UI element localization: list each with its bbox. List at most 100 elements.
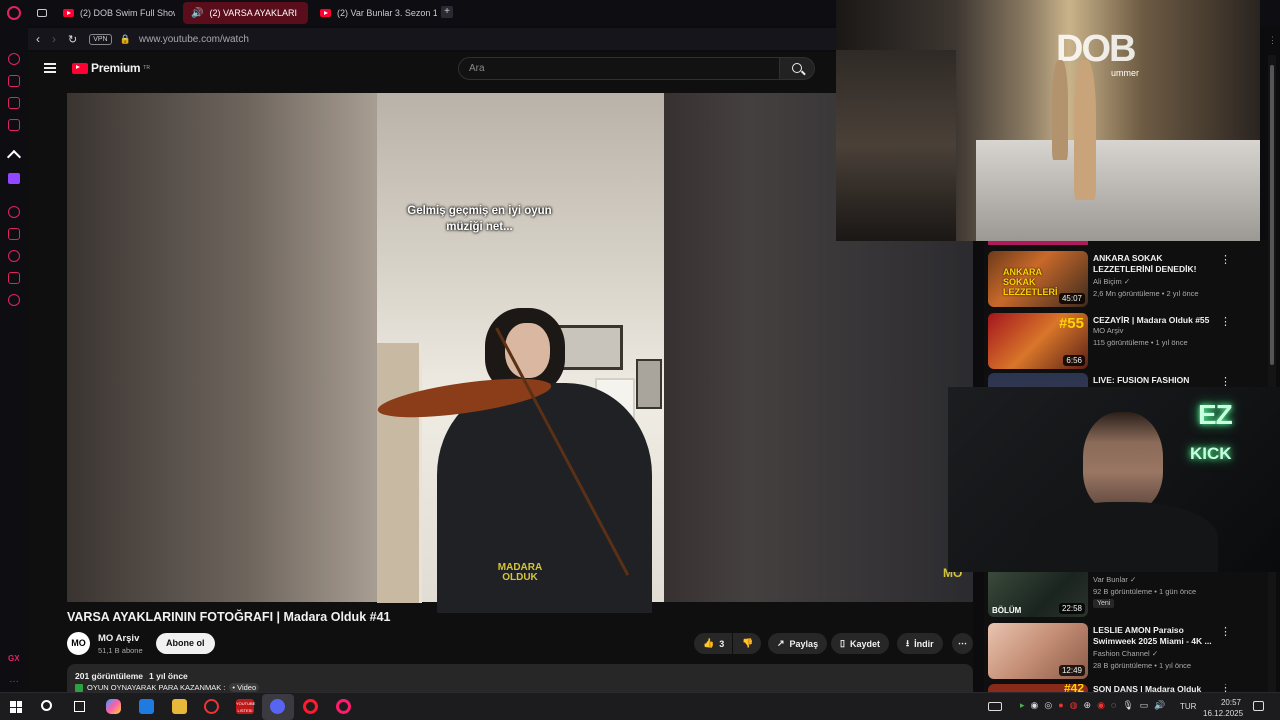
file-explorer-icon[interactable] [172,699,187,714]
rec-kebab-icon[interactable]: ⋮ [1220,315,1231,328]
forward-icon[interactable]: › [52,32,56,46]
logo-region: TR [143,65,150,71]
tab-menu-icon[interactable] [37,9,47,17]
youtube-favicon-icon [63,9,74,17]
rec-item[interactable]: LIVE: FUSION FASHION EVENTS ⋮ [988,373,1273,387]
language-indicator[interactable]: TUR [1180,702,1196,711]
windows-start-icon[interactable] [10,701,22,713]
opera-taskbar-icon[interactable] [303,699,318,714]
subscribe-button[interactable]: Abone ol [156,633,215,654]
thumbs-up-icon: 👍 [703,638,715,648]
instagram-icon[interactable] [8,119,20,131]
tab-dob-swim[interactable]: (2) DOB Swim Full Show [55,2,175,24]
runway [976,140,1260,241]
tab-varsa-ayaklari[interactable]: 🔊 (2) VARSA AYAKLARI [183,2,308,24]
vpn-badge[interactable]: VPN [89,33,112,45]
notification-icon[interactable] [1253,701,1264,711]
youtube-premium-logo[interactable]: Premium TR [72,61,150,75]
discord-icon[interactable] [270,699,285,714]
description-stats: 201 görüntüleme 1 yıl önce [75,671,188,681]
url-text[interactable]: www.youtube.com/watch [139,34,249,45]
opera-gx-taskbar-icon[interactable] [336,699,351,714]
download-button[interactable]: ⭳ İndir [897,633,943,654]
tray-network-app-icon[interactable]: ◍ [1070,700,1078,711]
lock-icon[interactable]: 🔒 [120,34,131,45]
tray-antivirus-icon[interactable]: ● [1058,700,1063,711]
tab-label: (2) Var Bunlar 3. Sezon 1. [337,8,437,18]
more-icon[interactable]: … [9,674,19,685]
mail-icon[interactable] [139,699,154,714]
reload-icon[interactable]: ↻ [68,33,77,46]
tray-record-icon[interactable]: ◉ [1097,700,1105,711]
player-icon[interactable] [8,206,20,218]
youtube-favicon-icon [320,9,331,17]
copilot-icon[interactable] [106,699,121,714]
share-button[interactable]: ↗ Paylaş [768,633,828,654]
description-video-link[interactable]: • Video [229,683,260,692]
bookmark-icon: ▯ [840,638,845,648]
rec-item[interactable]: BÖLÜM 22:58 Var Bunlar ✓ 92 B görüntülem… [988,572,1273,617]
tray-steam-icon[interactable]: ◎ [1044,700,1052,711]
rec-item[interactable]: 12:49 LESLIE AMON Paraiso Swimweek 2025 … [988,623,1273,679]
downloads-icon[interactable] [8,272,20,284]
messenger-icon[interactable] [8,97,20,109]
search-taskbar-icon[interactable] [41,700,52,711]
download-label: İndir [914,638,934,649]
video-frame[interactable]: MADARA OLDUK [375,93,664,613]
caption-line-2: müziği net... [446,221,513,233]
kick-app-icon[interactable] [6,149,22,165]
channel-name[interactable]: MO Arşiv [98,633,139,644]
bookmarks-icon[interactable] [8,228,20,240]
speed-dial-icon[interactable] [8,53,20,65]
rec-meta: 2,6 Mn görüntüleme • 2 yıl önce [1093,289,1199,298]
settings-icon[interactable] [8,294,20,306]
tray-sync-icon[interactable]: ⊕ [1084,700,1092,711]
address-bar: ‹ › ↻ VPN 🔒 www.youtube.com/watch [28,28,836,50]
page-scrollbar[interactable] [1268,55,1276,692]
rec-kebab-icon[interactable]: ⋮ [1220,253,1231,266]
tray-chevron-icon[interactable]: ▸ [1020,700,1025,711]
rec-kebab-icon[interactable]: ⋮ [1220,684,1231,692]
rec-item[interactable]: #55 6:56 CEZAYİR | Madara Olduk #55 MO A… [988,313,1273,369]
task-view-icon[interactable] [74,701,85,712]
subscribe-label: Abone ol [166,638,205,648]
new-tab-button[interactable]: + [441,6,453,18]
tray-obs-icon[interactable]: ◌ [1111,700,1116,711]
rec-meta: 92 B görüntüleme • 1 gün önce [1093,587,1197,596]
gx-icon[interactable]: GX [8,654,20,663]
twitch-icon[interactable] [8,173,20,184]
youtube-list-app-icon[interactable]: YOUTUBE LISTESI [236,699,255,714]
tray-discord-icon[interactable]: ◉ [1031,700,1039,711]
hamburger-menu-icon[interactable] [44,63,56,73]
more-icon: ⋯ [958,638,967,648]
search-input[interactable]: Ara [458,57,780,80]
tray-keyboard-icon[interactable] [988,702,1002,711]
tray-battery-icon[interactable]: ▭ [1140,700,1149,711]
opera-logo-icon[interactable] [7,6,21,20]
rec-item[interactable]: ANKARA SOKAK LEZZETLERİ 45:07 ANKARA SOK… [988,251,1273,307]
rec-kebab-icon[interactable]: ⋮ [1220,375,1231,387]
save-button[interactable]: ▯ Kaydet [831,633,889,654]
channel-avatar[interactable]: MO [67,632,90,655]
rec-item[interactable]: #42 SON DANS | Madara Olduk #42 ⋮ [988,684,1273,692]
back-icon[interactable]: ‹ [36,32,40,46]
tab-var-bunlar[interactable]: (2) Var Bunlar 3. Sezon 1. [312,2,437,24]
like-button[interactable]: 👍 3 [694,633,732,654]
screen-recorder-icon[interactable] [204,699,219,714]
history-icon[interactable] [8,250,20,262]
picture-in-picture-video[interactable]: DOB ummer [836,0,1260,241]
rec-channel: Fashion Channel ✓ [1093,649,1159,658]
rec-kebab-icon[interactable]: ⋮ [1220,625,1231,638]
more-actions-button[interactable]: ⋯ [952,633,973,654]
clock[interactable]: 20:57 16.12.2025 [1203,697,1243,719]
rec-title: LIVE: FUSION FASHION EVENTS [1093,375,1190,387]
search-button[interactable] [779,57,815,80]
dislike-button[interactable]: 👎 [733,633,761,654]
ai-assistant-icon[interactable] [8,75,20,87]
share-icon: ↗ [777,638,785,648]
pip-brand-sub: ummer [1111,68,1140,78]
speaker-icon[interactable]: 🔊 [191,8,203,19]
tab-label: (2) VARSA AYAKLARI [209,8,297,18]
tray-mic-icon[interactable]: 🎙 [1122,700,1133,711]
tray-volume-icon[interactable]: 🔊 [1154,700,1165,711]
